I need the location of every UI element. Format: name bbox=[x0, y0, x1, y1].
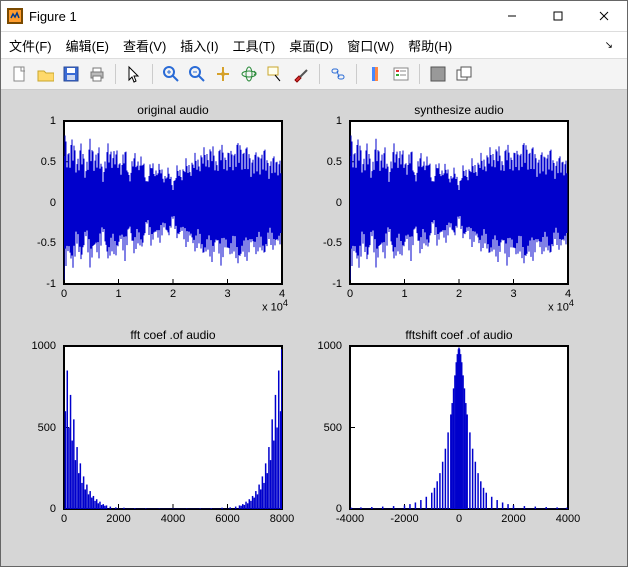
y-tick: 1 bbox=[336, 115, 342, 127]
print-icon[interactable] bbox=[85, 62, 109, 86]
x-tick: 4000 bbox=[161, 513, 185, 525]
subplot-synthesize-audio[interactable]: synthesize audio x 104 -1-0.500.5101234 bbox=[349, 120, 569, 285]
save-icon[interactable] bbox=[59, 62, 83, 86]
titlebar: Figure 1 bbox=[1, 1, 627, 32]
toolbar bbox=[1, 59, 627, 90]
y-tick: -1 bbox=[332, 278, 342, 290]
y-tick: 0.5 bbox=[327, 156, 342, 168]
menu-bar: 文件(F) 编辑(E) 查看(V) 插入(I) 工具(T) 桌面(D) 窗口(W… bbox=[1, 32, 627, 59]
x-tick: 4 bbox=[279, 288, 285, 300]
x-exponent-label: x 104 bbox=[548, 298, 574, 314]
menu-overflow-icon[interactable]: ↘ bbox=[605, 40, 619, 51]
subplot-title: original audio bbox=[64, 103, 282, 117]
open-icon[interactable] bbox=[33, 62, 57, 86]
pointer-icon[interactable] bbox=[122, 62, 146, 86]
x-tick: 3 bbox=[510, 288, 516, 300]
y-tick: 0.5 bbox=[41, 156, 56, 168]
x-tick: 2 bbox=[170, 288, 176, 300]
toolbar-separator bbox=[419, 64, 420, 84]
maximize-button[interactable] bbox=[535, 1, 581, 31]
float-icon[interactable] bbox=[452, 62, 476, 86]
rotate3d-icon[interactable] bbox=[237, 62, 261, 86]
x-tick: 0 bbox=[456, 513, 462, 525]
y-tick: -0.5 bbox=[37, 237, 56, 249]
menu-insert[interactable]: 插入(I) bbox=[180, 36, 218, 55]
menu-window[interactable]: 窗口(W) bbox=[347, 36, 394, 55]
x-tick: 4 bbox=[565, 288, 571, 300]
menu-edit[interactable]: 编辑(E) bbox=[66, 36, 109, 55]
brush-icon[interactable] bbox=[289, 62, 313, 86]
toolbar-separator bbox=[152, 64, 153, 84]
new-icon[interactable] bbox=[7, 62, 31, 86]
x-tick: 0 bbox=[347, 288, 353, 300]
y-tick: -1 bbox=[46, 278, 56, 290]
subplot-title: fftshift coef .of audio bbox=[350, 328, 568, 342]
figure-area: original audio x 104 -1-0.500.5101234 sy… bbox=[1, 90, 627, 566]
x-tick: 4000 bbox=[556, 513, 580, 525]
menu-view[interactable]: 查看(V) bbox=[123, 36, 166, 55]
x-tick: 8000 bbox=[270, 513, 294, 525]
minimize-button[interactable] bbox=[489, 1, 535, 31]
colorbar-icon[interactable] bbox=[363, 62, 387, 86]
subplot-fft-coef[interactable]: fft coef .of audio 050010000200040006000… bbox=[63, 345, 283, 510]
figure-window: Figure 1 文件(F) 编辑(E) 查看(V) 插入(I) 工具(T) 桌… bbox=[0, 0, 628, 567]
x-tick: -2000 bbox=[390, 513, 418, 525]
menu-desktop[interactable]: 桌面(D) bbox=[289, 36, 333, 55]
zoom-out-icon[interactable] bbox=[185, 62, 209, 86]
close-button[interactable] bbox=[581, 1, 627, 31]
plot-stem bbox=[350, 346, 568, 509]
x-tick: 0 bbox=[61, 513, 67, 525]
y-tick: 500 bbox=[324, 422, 342, 434]
toolbar-separator bbox=[356, 64, 357, 84]
y-tick: 0 bbox=[50, 197, 56, 209]
y-tick: 1000 bbox=[318, 340, 342, 352]
x-tick: 6000 bbox=[215, 513, 239, 525]
x-exponent-label: x 104 bbox=[262, 298, 288, 314]
menu-tools[interactable]: 工具(T) bbox=[233, 36, 276, 55]
subplot-fftshift-coef[interactable]: fftshift coef .of audio 05001000-4000-20… bbox=[349, 345, 569, 510]
subplot-original-audio[interactable]: original audio x 104 -1-0.500.5101234 bbox=[63, 120, 283, 285]
menu-help[interactable]: 帮助(H) bbox=[408, 36, 452, 55]
data-cursor-icon[interactable] bbox=[263, 62, 287, 86]
x-tick: 2000 bbox=[501, 513, 525, 525]
legend-icon[interactable] bbox=[389, 62, 413, 86]
link-icon[interactable] bbox=[326, 62, 350, 86]
plot-line bbox=[350, 121, 568, 284]
y-tick: 500 bbox=[38, 422, 56, 434]
x-tick: 2 bbox=[456, 288, 462, 300]
x-tick: 0 bbox=[61, 288, 67, 300]
zoom-in-icon[interactable] bbox=[159, 62, 183, 86]
plot-stem bbox=[64, 346, 282, 509]
tile-icon[interactable] bbox=[426, 62, 450, 86]
subplot-title: synthesize audio bbox=[350, 103, 568, 117]
pan-icon[interactable] bbox=[211, 62, 235, 86]
app-icon bbox=[7, 8, 23, 24]
x-tick: 1 bbox=[401, 288, 407, 300]
y-tick: 1 bbox=[50, 115, 56, 127]
y-tick: 0 bbox=[50, 503, 56, 515]
y-tick: 0 bbox=[336, 197, 342, 209]
subplot-title: fft coef .of audio bbox=[64, 328, 282, 342]
x-tick: 3 bbox=[224, 288, 230, 300]
x-tick: 1 bbox=[115, 288, 121, 300]
x-tick: 2000 bbox=[106, 513, 130, 525]
y-tick: 1000 bbox=[32, 340, 56, 352]
y-tick: -0.5 bbox=[323, 237, 342, 249]
menu-file[interactable]: 文件(F) bbox=[9, 36, 52, 55]
x-tick: -4000 bbox=[336, 513, 364, 525]
plot-line bbox=[64, 121, 282, 284]
toolbar-separator bbox=[319, 64, 320, 84]
window-title: Figure 1 bbox=[29, 9, 489, 24]
toolbar-separator bbox=[115, 64, 116, 84]
